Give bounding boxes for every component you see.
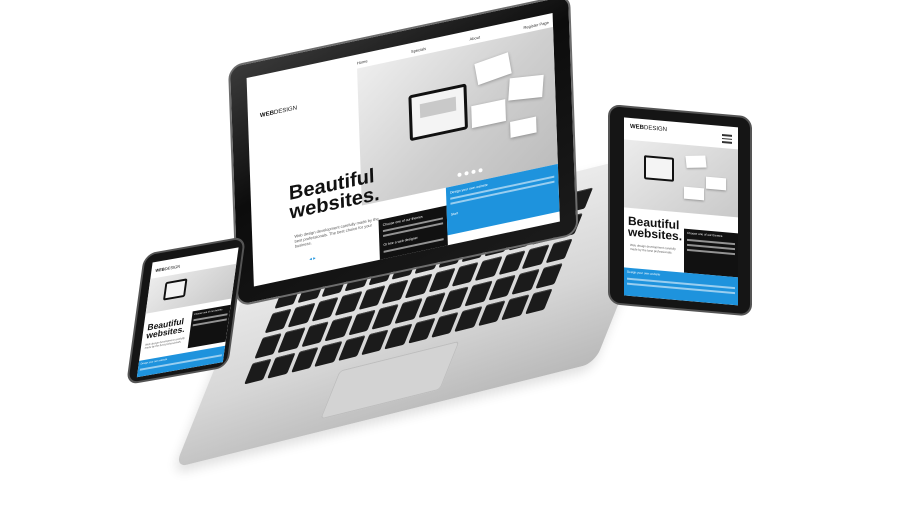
keyboard-key: [417, 292, 446, 319]
phone-dark-panel: Choose one of our themes: [187, 304, 231, 349]
keyboard-key: [534, 263, 563, 290]
keyboard-key: [277, 327, 306, 354]
keyboard-key: [244, 358, 272, 385]
keyboard-key: [337, 335, 366, 362]
keyboard-key: [407, 317, 436, 344]
keyboard-key: [451, 261, 480, 288]
carousel-dots[interactable]: [457, 167, 483, 178]
laptop-brand-logo: WEBDESIGN: [259, 105, 298, 120]
keyboard-key: [464, 280, 493, 307]
nav-item-home[interactable]: Home: [357, 58, 368, 65]
phone-brand-logo: WEBDESIGN: [155, 263, 181, 274]
tablet-screen: WEBDESIGN Beautiful websites. Web design…: [624, 117, 738, 306]
tablet-brand-logo: WEBDESIGN: [630, 123, 668, 134]
keyboard-key: [394, 298, 423, 325]
keyboard-key: [474, 255, 503, 282]
keyboard-key: [488, 275, 516, 301]
tablet-body: WEBDESIGN Beautiful websites. Web design…: [608, 104, 752, 317]
hero-card: [685, 155, 707, 168]
hero-monitor: [644, 155, 674, 182]
keyboard-key: [441, 286, 470, 313]
nav-item-about[interactable]: About: [469, 34, 480, 41]
phone-body: WEBDESIGN Beautiful websites. Web design…: [126, 236, 246, 386]
carousel-arrows[interactable]: ◂ ▸: [309, 255, 316, 262]
nav-item-specials[interactable]: Specials: [411, 46, 426, 54]
keyboard-key: [428, 267, 456, 293]
keyboard-key: [404, 273, 433, 299]
product-mockup-scene: Home Specials About Register Page WEBDES…: [0, 0, 913, 514]
hero-card: [684, 186, 704, 201]
keyboard-key: [384, 323, 413, 350]
phone: WEBDESIGN Beautiful websites. Web design…: [126, 236, 246, 386]
keyboard-key: [287, 302, 316, 328]
keyboard-key: [264, 308, 293, 334]
hamburger-menu-icon[interactable]: [722, 133, 732, 145]
keyboard-key: [511, 269, 540, 295]
keyboard-key: [431, 312, 459, 338]
keyboard-key: [454, 306, 483, 332]
keyboard-key: [311, 296, 339, 323]
hero-card: [474, 52, 512, 86]
tablet-hero-image: [624, 139, 738, 218]
hero-card: [508, 74, 544, 101]
keyboard-key: [334, 290, 363, 317]
phone-headline: Beautiful websites.: [145, 315, 186, 341]
keyboard-key: [545, 238, 573, 264]
laptop-screen: Home Specials About Register Page WEBDES…: [246, 13, 560, 287]
tablet-headline: Beautiful websites.: [628, 213, 683, 244]
keyboard-key: [347, 310, 376, 336]
laptop-headline: Beautiful websites.: [288, 164, 381, 224]
phone-screen: WEBDESIGN Beautiful websites. Web design…: [136, 247, 239, 378]
tablet-blurb: Web design development carefully made by…: [630, 242, 676, 255]
keyboard-key: [371, 304, 399, 330]
keyboard-key: [521, 243, 550, 270]
keyboard-key: [524, 288, 553, 315]
keyboard-key: [381, 278, 410, 305]
keyboard-key: [361, 329, 389, 356]
tablet: WEBDESIGN Beautiful websites. Web design…: [608, 104, 752, 317]
keyboard-key: [501, 294, 530, 321]
keyboard-key: [301, 321, 329, 348]
keyboard-key: [254, 333, 283, 360]
hero-card: [471, 99, 506, 129]
keyboard-key: [267, 352, 296, 379]
keyboard-key: [290, 347, 319, 373]
hero-card: [510, 116, 537, 138]
hero-monitor: [408, 83, 468, 142]
keyboard-key: [324, 315, 353, 342]
keyboard-key: [314, 341, 343, 367]
hero-card: [706, 176, 726, 191]
tablet-dark-panel: Choose one of our themes: [684, 228, 738, 278]
keyboard-key: [498, 249, 527, 276]
hero-monitor: [162, 278, 188, 301]
keyboard-key: [477, 300, 506, 327]
keyboard-key: [357, 284, 386, 311]
